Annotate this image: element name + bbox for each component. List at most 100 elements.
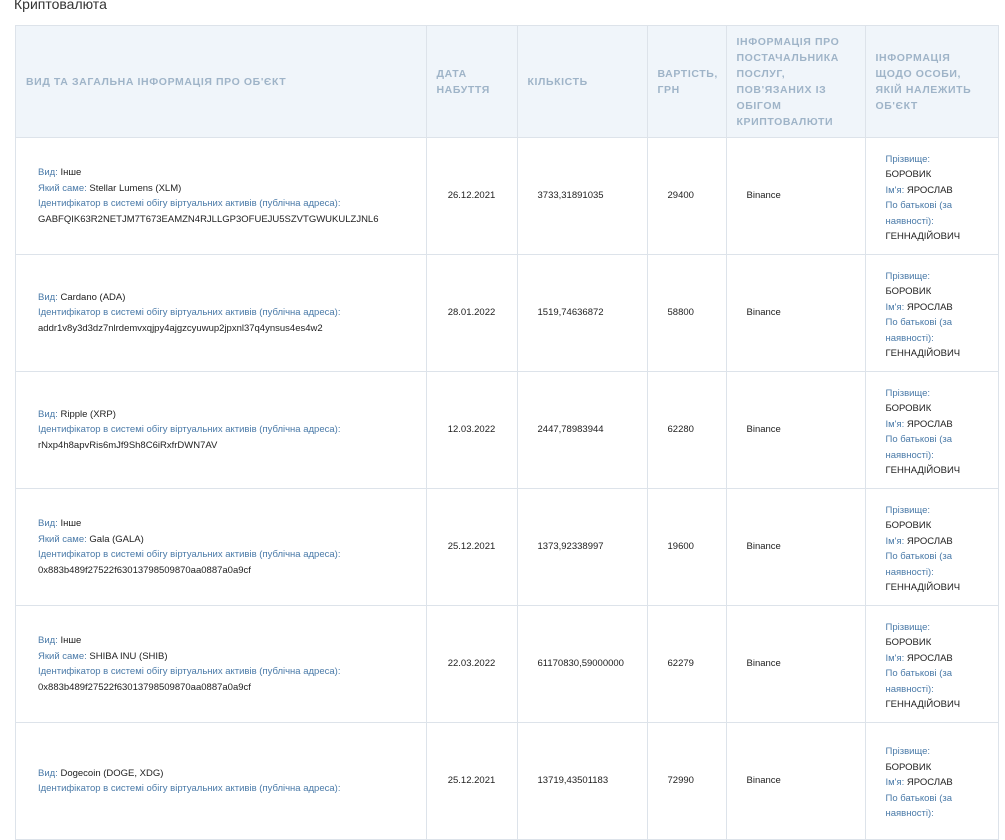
type-value: Dogecoin (DOGE, XDG) [60, 767, 164, 779]
identifier-label: Ідентифікатор в системі обігу віртуальни… [38, 307, 341, 319]
table-row: Вид: Інше Який саме: Gala (GALA) Ідентифік… [16, 488, 998, 606]
patronymic-label: По батькові (за [885, 200, 953, 211]
quantity-cell: 61170830,59000000 [517, 605, 648, 723]
name-value: ЯРОСЛАВ [906, 301, 953, 313]
identifier-label: Ідентифікатор в системі обігу віртуальни… [38, 424, 341, 436]
value-cell: 19600 [647, 488, 727, 606]
name-value: ЯРОСЛАВ [906, 535, 953, 547]
quantity-cell: 13719,43501183 [517, 722, 648, 840]
quantity-cell: 1519,74636872 [517, 254, 648, 372]
identifier-label: Ідентифікатор в системі обігу віртуальни… [38, 198, 341, 209]
quantity-cell: 2447,78983944 [517, 371, 648, 489]
quantity-cell: 3733,31891035 [517, 137, 648, 255]
value-cell: 72990 [647, 722, 727, 840]
surname-label: Прізвище: [885, 153, 931, 165]
header-provider: ІНФОРМАЦІЯ ПРО ПОСТАЧАЛЬНИКА ПОСЛУГ, ПОВ… [726, 26, 866, 138]
name-value: ЯРОСЛАВ [906, 418, 953, 430]
patronymic-label: По батькові (за [885, 434, 953, 445]
type-value: Інше [60, 167, 82, 178]
table-row: Вид: Dogecoin (DOGE, XDG) Ідентифікатор в… [16, 722, 998, 840]
value-cell: 62280 [647, 371, 727, 489]
date-cell: 12.03.2022 [426, 371, 518, 489]
patronymic-value: ГЕННАДІЙОВИЧ [885, 699, 961, 710]
patronymic-label-2: наявності): [885, 808, 934, 820]
date-cell: 28.01.2022 [426, 254, 518, 372]
owner-cell: Прізвище: БОРОВИК Ім'я: ЯРОСЛАВ По батькові… [865, 371, 998, 489]
patronymic-label: По батькові (за [885, 668, 953, 679]
patronymic-value: ГЕННАДІЙОВИЧ [885, 465, 961, 476]
name-value: ЯРОСЛАВ [906, 184, 953, 196]
value-cell: 29400 [647, 137, 727, 255]
which-value: SHIBA INU (SHIB) [89, 650, 168, 662]
type-label: Вид: [38, 291, 58, 303]
patronymic-label-2: наявності): [885, 449, 934, 461]
provider-cell: Binance [726, 488, 866, 606]
name-label: Ім'я: [885, 652, 905, 664]
surname-label: Прізвище: [885, 746, 931, 758]
crypto-table: ВИД ТА ЗАГАЛЬНА ІНФОРМАЦІЯ ПРО ОБ'ЄКТ ДА… [15, 25, 999, 840]
name-label: Ім'я: [885, 301, 905, 313]
address-value: addr1v8y3d3dz7nlrdemvxqjpy4ajgzcyuwup2jp… [38, 322, 323, 334]
which-value: Stellar Lumens (XLM) [89, 182, 182, 194]
table-row: Вид: Cardano (ADA) Ідентифікатор в систем… [16, 254, 998, 372]
provider-cell: Binance [726, 722, 866, 840]
type-value: Cardano (ADA) [60, 291, 126, 303]
object-cell: Вид: Інше Який саме: SHIBA INU (SHIB) Іден… [16, 605, 427, 723]
date-cell: 25.12.2021 [426, 488, 518, 606]
provider-cell: Binance [726, 254, 866, 372]
address-value: 0x883b489f27522f63013798509870aa0887a0a9… [38, 564, 251, 576]
surname-label: Прізвище: [885, 270, 931, 282]
patronymic-value: ГЕННАДІЙОВИЧ [885, 582, 961, 593]
header-object: ВИД ТА ЗАГАЛЬНА ІНФОРМАЦІЯ ПРО ОБ'ЄКТ [16, 26, 427, 138]
header-quantity: КІЛЬКІСТЬ [517, 26, 648, 138]
type-value: Інше [60, 518, 82, 529]
name-value: ЯРОСЛАВ [906, 652, 953, 664]
name-label: Ім'я: [885, 535, 905, 547]
which-label: Який саме: [38, 182, 87, 194]
type-value: Ripple (XRP) [60, 408, 116, 420]
patronymic-label: По батькові (за [885, 551, 953, 562]
value-cell: 62279 [647, 605, 727, 723]
patronymic-label-2: наявності): [885, 332, 934, 344]
patronymic-value: ГЕННАДІЙОВИЧ [885, 231, 961, 242]
object-cell: Вид: Інше Який саме: Stellar Lumens (XLM)… [16, 137, 427, 255]
which-label: Який саме: [38, 533, 87, 545]
type-label: Вид: [38, 635, 58, 646]
surname-value: БОРОВИК [885, 286, 932, 297]
table-row: Вид: Інше Який саме: Stellar Lumens (XLM)… [16, 137, 998, 255]
patronymic-label: По батькові (за [885, 792, 953, 804]
object-cell: Вид: Cardano (ADA) Ідентифікатор в систем… [16, 254, 427, 372]
type-value: Інше [60, 635, 82, 646]
section-title: Криптовалюта [14, 0, 107, 12]
value-cell: 58800 [647, 254, 727, 372]
patronymic-label-2: наявності): [885, 566, 934, 578]
date-cell: 26.12.2021 [426, 137, 518, 255]
table-header-row: ВИД ТА ЗАГАЛЬНА ІНФОРМАЦІЯ ПРО ОБ'ЄКТ ДА… [16, 26, 998, 138]
provider-cell: Binance [726, 371, 866, 489]
address-value: rNxp4h8apvRis6mJf9Sh8C6iRxfrDWN7AV [38, 439, 218, 451]
object-cell: Вид: Ripple (XRP) Ідентифікатор в системі… [16, 371, 427, 489]
type-label: Вид: [38, 518, 58, 529]
provider-cell: Binance [726, 605, 866, 723]
name-label: Ім'я: [885, 418, 905, 430]
table-row: Вид: Інше Який саме: SHIBA INU (SHIB) Іден… [16, 605, 998, 723]
type-label: Вид: [38, 767, 58, 779]
patronymic-label-2: наявності): [885, 683, 934, 695]
surname-value: БОРОВИК [885, 520, 932, 531]
header-date: ДАТА НАБУТТЯ [426, 26, 518, 138]
address-value: GABFQIK63R2NETJM7T673EAMZN4RJLLGP3OFUEJU… [38, 213, 379, 225]
date-cell: 25.12.2021 [426, 722, 518, 840]
object-cell: Вид: Dogecoin (DOGE, XDG) Ідентифікатор в… [16, 722, 427, 840]
which-value: Gala (GALA) [89, 533, 144, 545]
identifier-label: Ідентифікатор в системі обігу віртуальни… [38, 549, 341, 560]
owner-cell: Прізвище: БОРОВИК Ім'я: ЯРОСЛАВ По батькові… [865, 137, 998, 255]
header-owner: ІНФОРМАЦІЯ ЩОДО ОСОБИ, ЯКІЙ НАЛЕЖИТЬ ОБ'… [865, 26, 998, 138]
surname-label: Прізвище: [885, 504, 931, 516]
which-label: Який саме: [38, 650, 87, 662]
address-value: 0x883b489f27522f63013798509870aa0887a0a9… [38, 681, 251, 693]
surname-value: БОРОВИК [885, 637, 932, 648]
type-label: Вид: [38, 167, 58, 178]
owner-cell: Прізвище: БОРОВИК Ім'я: ЯРОСЛАВ По батькові… [865, 488, 998, 606]
owner-cell: Прізвище: БОРОВИК Ім'я: ЯРОСЛАВ По батькові… [865, 722, 998, 840]
owner-cell: Прізвище: БОРОВИК Ім'я: ЯРОСЛАВ По батькові… [865, 254, 998, 372]
